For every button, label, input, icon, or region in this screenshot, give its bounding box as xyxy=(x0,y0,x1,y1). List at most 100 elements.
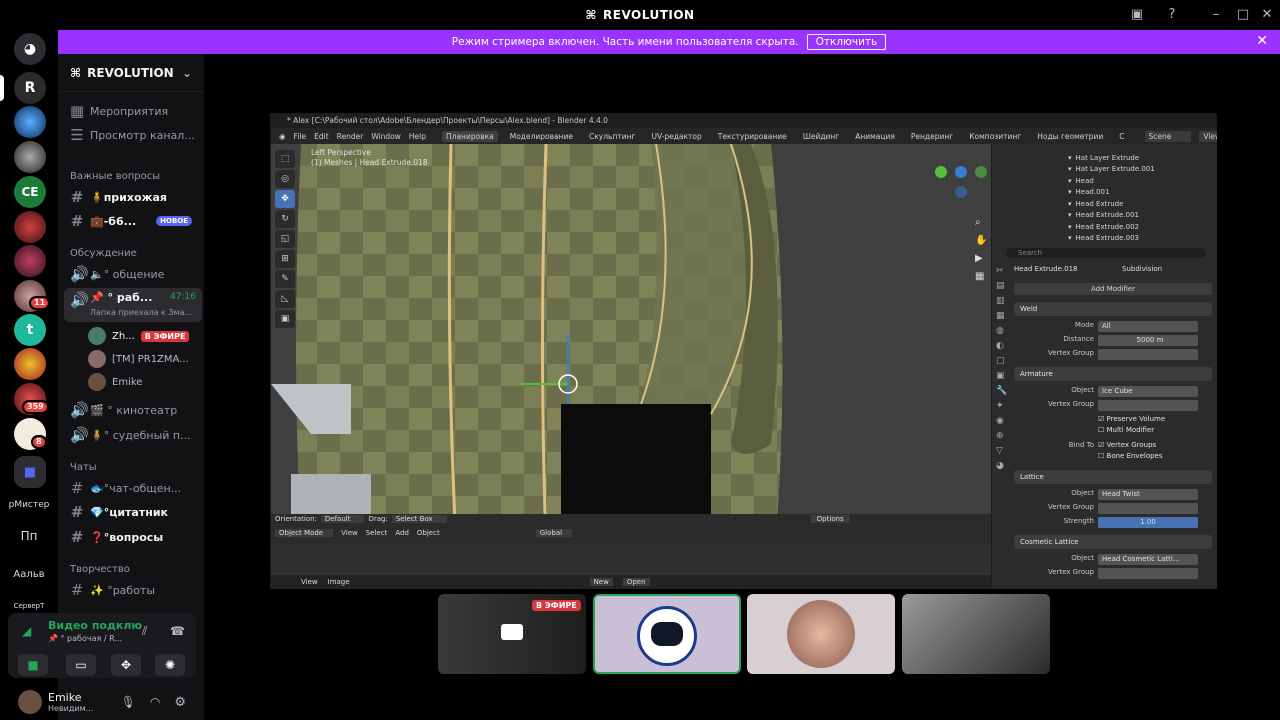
collection-icon[interactable]: ▢ xyxy=(996,354,1008,369)
category-creative[interactable]: Творчество xyxy=(70,564,130,575)
channel-obshenie[interactable]: 🔊 🔈° общение xyxy=(64,263,202,285)
participant-tile-stream[interactable]: В ЭФИРЕ xyxy=(438,594,586,674)
workspace-tab[interactable]: Моделирование xyxy=(506,131,577,142)
category-important[interactable]: Важные вопросы xyxy=(70,171,160,182)
workspace-tab[interactable]: Ноды геометрии xyxy=(1033,131,1107,142)
scene-icon[interactable]: ◍ xyxy=(996,324,1008,339)
channel-voprosy[interactable]: # ❓°вопросы xyxy=(64,526,202,548)
outliner-item[interactable]: ▾ Hat Layer Extrude xyxy=(992,152,1217,164)
channel-sudebny[interactable]: 🔊 🧍° судебный п... xyxy=(64,424,202,446)
tool-icon[interactable]: ✂ xyxy=(996,264,1008,279)
server-icon-3[interactable] xyxy=(14,141,46,173)
object-icon[interactable]: ▣ xyxy=(996,369,1008,384)
menu-window[interactable]: Window xyxy=(371,132,401,141)
menu-object[interactable]: Object xyxy=(417,529,440,537)
channel-kinoteatr[interactable]: 🔊 🎬 ° кинотеатр xyxy=(64,399,202,421)
close-window-button[interactable]: ✕ xyxy=(1258,6,1276,24)
transform-orientation-dropdown[interactable]: Global xyxy=(535,529,573,537)
hand-icon[interactable]: ✋ xyxy=(975,232,987,250)
transform-icon[interactable]: ⊞ xyxy=(275,250,295,268)
voice-user[interactable]: [TM] PR1ZMA... xyxy=(88,350,189,368)
avatar[interactable] xyxy=(18,690,42,714)
server-revolution-icon[interactable]: R xyxy=(14,72,46,104)
lattice-object-field[interactable]: Head Twist xyxy=(1098,489,1198,500)
properties-search[interactable]: Search xyxy=(1006,248,1206,258)
channel-chat-general[interactable]: # 🐟°чат-общен... xyxy=(64,477,202,499)
workspace-tab[interactable]: С xyxy=(1115,131,1128,142)
channel-rabochaya[interactable]: 🔊 📌 ° раб... 47:16 Лапка приехала к Зма.… xyxy=(64,288,202,322)
workspace-tab[interactable]: Композитинг xyxy=(965,131,1025,142)
particles-icon[interactable]: ✦ xyxy=(996,399,1008,414)
orientation-dropdown[interactable]: Default xyxy=(320,515,365,523)
workspace-tab[interactable]: Планировка xyxy=(442,130,498,142)
material-icon[interactable]: ◕ xyxy=(996,459,1008,474)
measure-icon[interactable]: ◺ xyxy=(275,290,295,308)
drag-dropdown[interactable]: Select Box xyxy=(391,515,447,523)
outliner-item[interactable]: ▾ Head Extrude.001 xyxy=(992,210,1217,222)
server-folder-label[interactable]: Пп xyxy=(6,529,52,543)
discord-home-icon[interactable]: ◕ xyxy=(14,33,46,65)
move-icon[interactable]: ✥ xyxy=(275,190,295,208)
channel-b6[interactable]: # 💼-б6... НОВОЕ xyxy=(64,210,202,232)
add-cube-icon[interactable]: ▣ xyxy=(275,310,295,328)
browse-channels-link[interactable]: ☰ Просмотр канал... xyxy=(64,124,202,146)
channel-prihozhaya[interactable]: # 🧍прихожая xyxy=(64,186,202,208)
workspace-tab[interactable]: Анимация xyxy=(851,131,899,142)
screen-share-button[interactable]: ▭ xyxy=(66,654,96,676)
menu-select[interactable]: Select xyxy=(366,529,388,537)
viewlayer-selector[interactable]: ViewLayer xyxy=(1199,130,1217,142)
bone-envelopes-checkbox[interactable]: ☐ Bone Envelopes xyxy=(1014,452,1212,464)
outliner-item[interactable]: ▾ Head Extrude.003 xyxy=(992,233,1217,245)
outliner-item[interactable]: ▾ Head xyxy=(992,175,1217,187)
channel-raboty[interactable]: # ✨ °работы xyxy=(64,579,202,601)
workspace-tab[interactable]: Скульптинг xyxy=(585,131,639,142)
open-image-button[interactable]: Open xyxy=(622,578,650,586)
menu-file[interactable]: File xyxy=(294,132,307,141)
server-folder-label[interactable]: Аальв xyxy=(6,569,52,580)
options-dropdown[interactable]: Options xyxy=(810,515,850,523)
new-image-button[interactable]: New xyxy=(589,578,613,586)
outliner-item[interactable]: ▾ Hat Layer Extrude.001 xyxy=(992,164,1217,176)
menu-help[interactable]: Help xyxy=(409,132,426,141)
render-icon[interactable]: ▤ xyxy=(996,279,1008,294)
category-discussion[interactable]: Обсуждение xyxy=(70,248,137,259)
help-icon[interactable]: ? xyxy=(1163,6,1181,24)
armature-vertex-group-field[interactable] xyxy=(1098,400,1198,411)
annotate-icon[interactable]: ✎ xyxy=(275,270,295,288)
workspace-tab[interactable]: UV-редактор xyxy=(647,131,705,142)
menu-view-2[interactable]: View xyxy=(301,578,318,586)
server-icon-6[interactable] xyxy=(14,245,46,277)
server-icon-ce[interactable]: CE xyxy=(14,176,46,208)
category-chats[interactable]: Чаты xyxy=(70,462,97,473)
camera-button[interactable]: ■ xyxy=(18,654,48,676)
activities-button[interactable]: ✥ xyxy=(111,654,141,676)
output-icon[interactable]: ▥ xyxy=(996,294,1008,309)
stream-screen-blender[interactable]: * Alex [C:\Рабочий стол\Adobe\Блендер\Пр… xyxy=(270,113,1217,589)
menu-view[interactable]: View xyxy=(341,529,358,537)
microphone-icon[interactable]: 🎙 xyxy=(121,695,136,709)
mode-dropdown[interactable]: Object Mode xyxy=(275,529,334,537)
camera-view-icon[interactable]: ▶ xyxy=(975,250,987,268)
scene-selector[interactable]: Scene xyxy=(1144,130,1192,142)
modifier-weld[interactable]: Weld xyxy=(1014,302,1212,316)
vertex-groups-checkbox[interactable]: ☑ Vertex Groups xyxy=(1098,441,1156,449)
server-icon-t[interactable]: t xyxy=(14,314,46,346)
server-icon-9[interactable] xyxy=(14,348,46,380)
select-box-icon[interactable]: ⬚ xyxy=(275,150,295,168)
minimize-button[interactable]: – xyxy=(1207,6,1225,24)
voice-user[interactable]: Emike■ xyxy=(88,373,204,391)
cosmetic-vertex-group-field[interactable] xyxy=(1098,568,1198,579)
workspace-tab[interactable]: Рендеринг xyxy=(907,131,957,142)
menu-add[interactable]: Add xyxy=(395,529,409,537)
participant-tile-speaking[interactable] xyxy=(593,594,741,674)
server-folder-label[interactable]: СерверТ xyxy=(6,602,52,610)
cursor-icon[interactable]: ◎ xyxy=(275,170,295,188)
folder-icon[interactable]: ■ xyxy=(14,456,46,488)
view-layer-icon[interactable]: ▦ xyxy=(996,309,1008,324)
physics-icon[interactable]: ◉ xyxy=(996,414,1008,429)
server-header[interactable]: ⌘ REVOLUTION ⌄ xyxy=(58,54,204,92)
lattice-vertex-group-field[interactable] xyxy=(1098,503,1198,514)
server-icon-2[interactable] xyxy=(14,106,46,138)
close-banner-icon[interactable]: ✕ xyxy=(1256,33,1268,49)
maximize-button[interactable]: □ xyxy=(1234,6,1252,24)
